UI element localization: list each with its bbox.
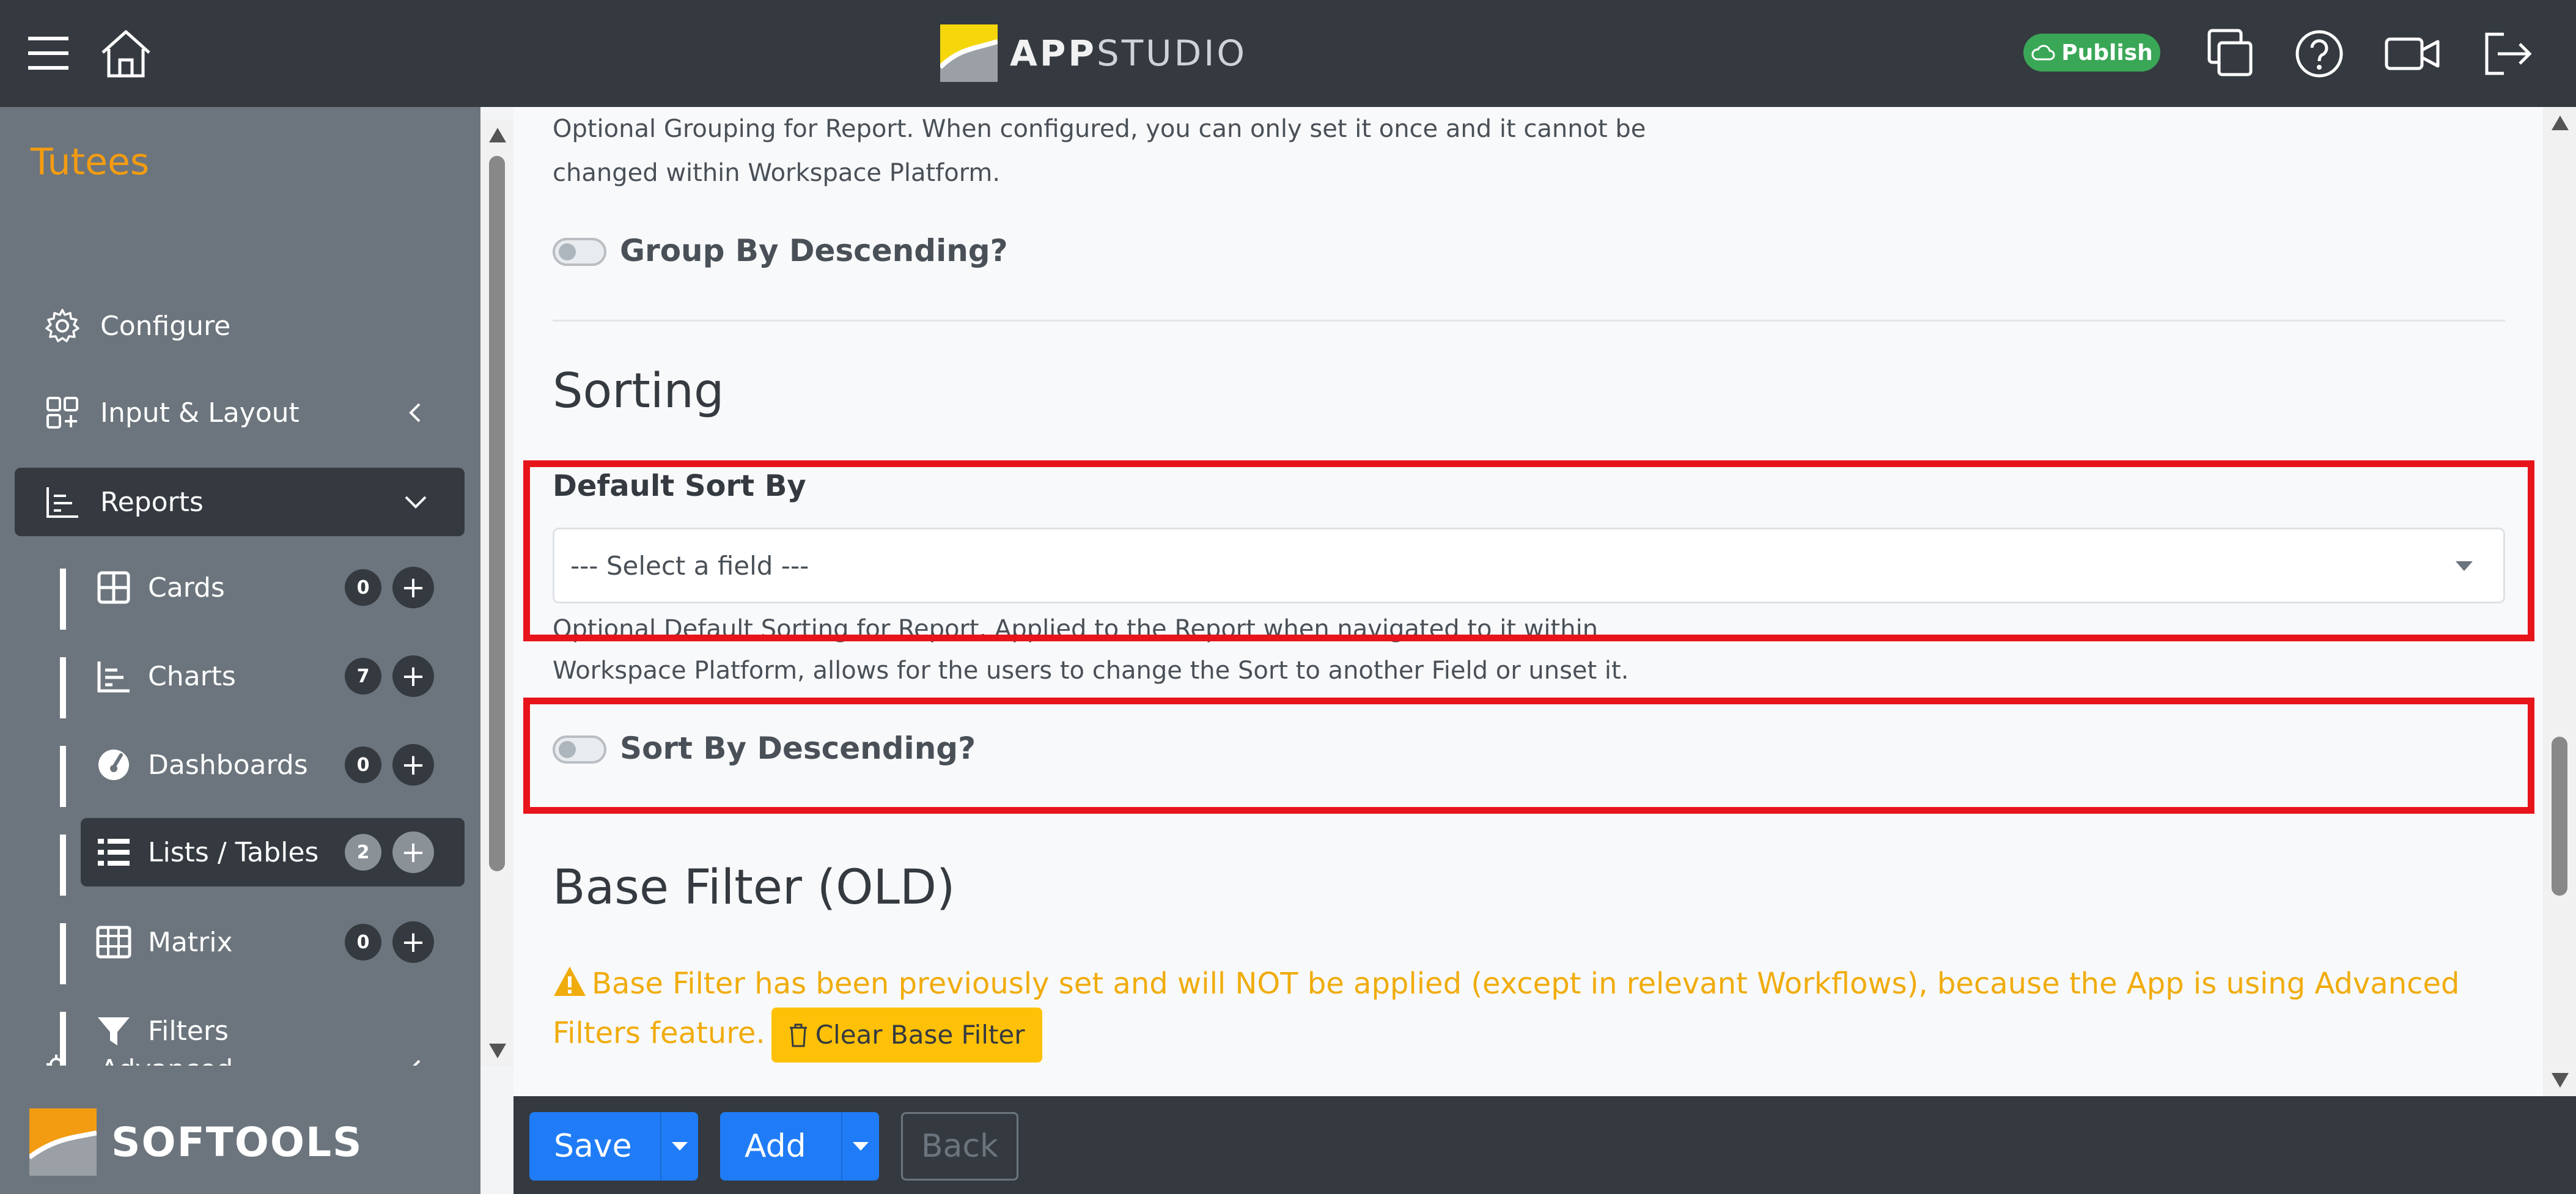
save-label: Save — [554, 1128, 632, 1165]
count-badge: 2 — [345, 834, 381, 871]
group-by-descending-toggle[interactable] — [553, 238, 606, 266]
count-badge: 7 — [345, 658, 381, 695]
sidebar-item-label: Cards — [148, 572, 225, 603]
sidebar-item-input-layout[interactable]: Input & Layout — [15, 378, 465, 447]
grouping-help-text: changed within Workspace Platform. — [553, 159, 1001, 187]
softools-logo-text: SOFTOOLS — [111, 1118, 363, 1166]
main-scrollbar[interactable] — [2543, 107, 2576, 1096]
sidebar-item-label: Dashboards — [148, 749, 308, 781]
trash-icon — [789, 1023, 807, 1047]
sidebar-item-charts[interactable]: Charts 7 + — [61, 642, 465, 710]
list-icon — [94, 833, 133, 872]
app-title: Tutees — [31, 141, 150, 183]
logo-text-thin: STUDIO — [1096, 32, 1248, 74]
home-icon[interactable] — [97, 24, 155, 83]
publish-button[interactable]: Publish — [2023, 34, 2160, 72]
add-chart-button[interactable]: + — [392, 655, 434, 697]
clear-base-filter-label: Clear Base Filter — [815, 1020, 1025, 1050]
clear-base-filter-button[interactable]: Clear Base Filter — [771, 1008, 1042, 1063]
publish-label: Publish — [2061, 40, 2153, 65]
scroll-up-arrow-icon[interactable] — [489, 128, 506, 142]
add-label: Add — [745, 1128, 806, 1165]
scroll-up-arrow-icon[interactable] — [2552, 116, 2569, 130]
cloud-icon — [2031, 45, 2055, 61]
sidebar-item-configure[interactable]: Configure — [15, 292, 465, 360]
logout-icon[interactable] — [2476, 24, 2534, 83]
softools-logo-mark — [28, 1108, 97, 1176]
action-bar: Save Add Back — [513, 1096, 2576, 1194]
save-dropdown-toggle[interactable] — [660, 1112, 698, 1181]
sidebar-scrollbar[interactable] — [480, 119, 513, 1067]
sidebar-footer: SOFTOOLS — [0, 1066, 480, 1194]
warning-icon — [554, 967, 586, 996]
base-filter-heading: Base Filter (OLD) — [553, 860, 955, 915]
video-icon[interactable] — [2383, 24, 2442, 83]
sidebar-item-label: Input & Layout — [100, 397, 300, 429]
sidebar-item-label: Charts — [148, 660, 236, 692]
gear-icon — [43, 306, 82, 345]
sidebar-item-reports[interactable]: Reports — [15, 468, 465, 536]
chevron-down-icon[interactable] — [401, 487, 430, 517]
base-filter-warning: Base Filter has been previously set and … — [553, 960, 2503, 1063]
sorting-heading: Sorting — [553, 364, 724, 419]
section-divider — [553, 320, 2505, 322]
chart-icon — [94, 657, 133, 696]
main-content: Optional Grouping for Report. When confi… — [513, 107, 2552, 1096]
sidebar-item-cards[interactable]: Cards 0 + — [61, 553, 465, 622]
copy-icon[interactable] — [2201, 24, 2259, 83]
sidebar-item-label: Configure — [100, 310, 231, 342]
cards-grid-icon — [94, 568, 133, 607]
appstudio-logo: APPSTUDIO — [940, 24, 1247, 82]
matrix-table-icon — [94, 923, 133, 962]
grouping-help-text: Optional Grouping for Report. When confi… — [553, 115, 1646, 143]
sidebar-item-dashboards[interactable]: Dashboards 0 + — [61, 731, 465, 799]
add-dropdown-toggle[interactable] — [841, 1112, 879, 1181]
sidebar-item-label: Matrix — [148, 926, 233, 958]
scroll-down-arrow-icon[interactable] — [2552, 1073, 2569, 1088]
submenu-line — [60, 835, 66, 896]
sidebar: Tutees Configure Input & Layout Reports … — [0, 107, 480, 1194]
add-list-button[interactable]: + — [392, 831, 434, 873]
add-card-button[interactable]: + — [392, 567, 434, 608]
count-badge: 0 — [345, 569, 381, 606]
sidebar-item-label: Lists / Tables — [148, 836, 319, 868]
help-icon[interactable] — [2290, 24, 2349, 83]
dashboard-gauge-icon — [94, 745, 133, 784]
top-bar: APPSTUDIO Publish — [0, 0, 2576, 107]
save-button[interactable]: Save — [529, 1112, 698, 1181]
sidebar-item-matrix[interactable]: Matrix 0 + — [61, 908, 465, 976]
back-button[interactable]: Back — [901, 1112, 1018, 1181]
scrollbar-thumb[interactable] — [2552, 737, 2567, 896]
chevron-left-icon[interactable] — [401, 398, 430, 427]
add-dashboard-button[interactable]: + — [392, 744, 434, 786]
group-by-descending-label: Group By Descending? — [620, 233, 1008, 268]
menu-icon[interactable] — [21, 24, 79, 83]
appstudio-logo-mark — [940, 24, 998, 82]
sidebar-item-label: Filters — [148, 1015, 229, 1047]
softools-logo: SOFTOOLS — [28, 1108, 363, 1176]
count-badge: 0 — [345, 924, 381, 960]
sidebar-item-label: Reports — [100, 486, 204, 518]
appstudio-logo-text: APPSTUDIO — [1010, 32, 1247, 74]
sidebar-item-lists-tables[interactable]: Lists / Tables 2 + — [81, 818, 465, 886]
sort-help-text: Workspace Platform, allows for the users… — [553, 657, 1629, 685]
highlight-box-sort-descending — [523, 698, 2534, 814]
filter-icon — [94, 1011, 133, 1050]
reports-icon — [43, 482, 82, 521]
add-matrix-button[interactable]: + — [392, 921, 434, 963]
count-badge: 0 — [345, 746, 381, 783]
add-button[interactable]: Add — [720, 1112, 879, 1181]
logo-text-bold: APP — [1010, 32, 1097, 74]
scrollbar-thumb[interactable] — [489, 156, 505, 871]
scroll-down-arrow-icon[interactable] — [489, 1044, 506, 1058]
highlight-box-default-sort — [523, 460, 2534, 641]
layout-icon — [43, 393, 82, 432]
